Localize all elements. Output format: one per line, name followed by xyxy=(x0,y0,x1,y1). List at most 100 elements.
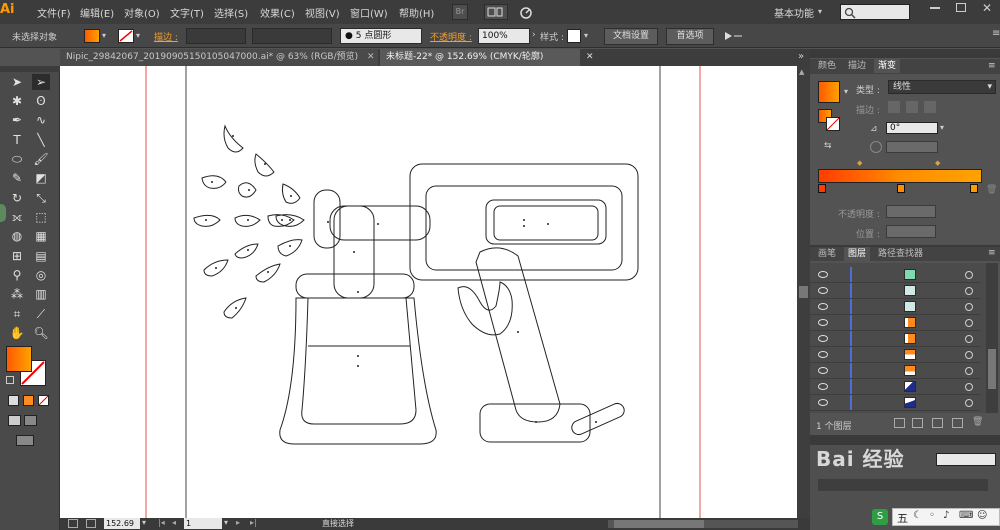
gradient-slider[interactable] xyxy=(818,169,982,183)
shape-builder-tool-icon[interactable]: ◍ xyxy=(8,228,26,244)
opacity-label[interactable]: 不透明度 : xyxy=(430,30,472,43)
target-icon[interactable] xyxy=(965,367,973,375)
eye-icon[interactable] xyxy=(818,399,828,406)
screen-mode-icon[interactable] xyxy=(16,435,34,446)
page-field[interactable]: 1 xyxy=(184,518,222,529)
eye-icon[interactable] xyxy=(818,287,828,294)
draw-inside-icon[interactable] xyxy=(24,415,37,426)
minimize-icon[interactable] xyxy=(930,7,940,9)
midpoint-diamond-icon[interactable]: ◆ xyxy=(935,159,940,167)
none-mode-icon[interactable] xyxy=(38,395,49,406)
arrange-icon[interactable] xyxy=(722,29,746,43)
stroke-dropdown-icon[interactable]: ▾ xyxy=(136,31,140,40)
midpoint-diamond-icon[interactable]: ◆ xyxy=(857,159,862,167)
eye-icon[interactable] xyxy=(818,367,828,374)
rotate-tool-icon[interactable]: ↻ xyxy=(8,190,26,206)
prev-artboard-icon[interactable]: ◂ xyxy=(172,518,176,527)
gradient-tool-icon[interactable]: ▤ xyxy=(32,248,50,264)
style-swatch[interactable] xyxy=(567,29,581,43)
mesh-tool-icon[interactable]: ⊞ xyxy=(8,248,26,264)
eye-icon[interactable] xyxy=(818,303,828,310)
target-icon[interactable] xyxy=(965,287,973,295)
layer-row[interactable] xyxy=(810,267,980,283)
stop-position-field[interactable] xyxy=(886,225,936,238)
eraser-tool-icon[interactable]: ◩ xyxy=(32,170,50,186)
tab-overflow-icon[interactable]: » xyxy=(798,51,804,62)
layer-row[interactable] xyxy=(810,347,980,363)
tab-brushes[interactable]: 画笔 xyxy=(814,247,840,261)
direct-selection-tool-icon[interactable]: ➢ xyxy=(32,74,50,90)
target-icon[interactable] xyxy=(965,319,973,327)
panel-menu-icon[interactable]: ≡ xyxy=(988,248,996,258)
horizontal-scrollbar[interactable] xyxy=(608,520,798,528)
layer-row[interactable] xyxy=(810,299,980,315)
doc-setup-button[interactable]: 文档设置 xyxy=(604,28,658,45)
default-colors-icon[interactable] xyxy=(6,376,14,384)
panel-menu-icon[interactable]: ≡ xyxy=(988,61,996,71)
export-icon[interactable] xyxy=(86,519,96,528)
tab-color[interactable]: 颜色 xyxy=(814,59,840,73)
eyedropper-tool-icon[interactable]: ⚲ xyxy=(8,267,26,283)
menu-type[interactable]: 文字(T) xyxy=(170,5,204,20)
layers-list[interactable] xyxy=(810,263,986,413)
moon-icon[interactable]: ☾ xyxy=(913,510,922,521)
keyboard-icon[interactable]: ⌨ xyxy=(959,510,973,521)
lasso-tool-icon[interactable]: ʘ xyxy=(32,93,50,109)
canvas-area[interactable] xyxy=(60,66,797,518)
pen-tool-icon[interactable]: ✒ xyxy=(8,112,26,128)
zoom-tool-icon[interactable]: 🔍︎ xyxy=(32,325,50,341)
eye-icon[interactable] xyxy=(818,319,828,326)
preferences-button[interactable]: 首选项 xyxy=(666,28,714,45)
layer-row[interactable] xyxy=(810,283,980,299)
draw-normal-icon[interactable] xyxy=(8,415,21,426)
type-tool-icon[interactable]: T xyxy=(8,132,26,148)
tab-close-icon[interactable]: ✕ xyxy=(586,52,594,62)
layer-row[interactable] xyxy=(810,379,980,395)
locate-object-icon[interactable] xyxy=(894,418,905,428)
dock-header[interactable] xyxy=(810,49,1000,58)
gradient-type-select[interactable]: 线性 ▾ xyxy=(888,80,996,94)
arrange-docs-icon[interactable] xyxy=(484,4,508,20)
stroke-option-icon[interactable] xyxy=(888,101,900,113)
next-artboard-icon[interactable]: ▸ xyxy=(236,518,240,527)
vertical-scrollbar[interactable]: ▲ xyxy=(797,66,810,518)
hscroll-thumb[interactable] xyxy=(614,520,704,528)
menu-effect[interactable]: 效果(C) xyxy=(260,5,295,20)
chevron-down-icon[interactable]: ▾ xyxy=(818,7,822,16)
tab-close-icon[interactable]: ✕ xyxy=(367,52,375,62)
stroke-mini-swatch[interactable] xyxy=(826,117,840,131)
magic-wand-tool-icon[interactable]: ✱ xyxy=(8,93,26,109)
stroke-weight-field[interactable] xyxy=(186,28,246,44)
hand-tool-icon[interactable]: ✋ xyxy=(8,325,26,341)
fill-color-box[interactable] xyxy=(6,346,32,372)
color-mode-icon[interactable] xyxy=(8,395,19,406)
zoom-field[interactable]: 152.69 xyxy=(104,518,140,529)
column-graph-tool-icon[interactable]: ▥ xyxy=(32,286,50,302)
opacity-field[interactable]: 100% xyxy=(478,28,530,44)
panel-menu-icon[interactable]: ≡ xyxy=(992,28,1000,39)
layer-row[interactable] xyxy=(810,363,980,379)
layer-row[interactable] xyxy=(810,315,980,331)
close-icon[interactable]: ✕ xyxy=(982,1,992,15)
perspective-grid-tool-icon[interactable]: ▦ xyxy=(32,228,50,244)
eye-icon[interactable] xyxy=(818,335,828,342)
menu-file[interactable]: 文件(F) xyxy=(37,5,71,20)
tab-pathfinder[interactable]: 路径查找器 xyxy=(874,247,927,261)
workspace-switcher[interactable]: 基本功能 xyxy=(774,5,814,20)
aspect-ratio-field[interactable] xyxy=(886,141,938,153)
gradient-stop[interactable] xyxy=(970,184,978,193)
user-icon[interactable]: ☺ xyxy=(977,510,987,521)
clipping-mask-icon[interactable] xyxy=(912,418,923,428)
menu-help[interactable]: 帮助(H) xyxy=(399,5,434,20)
delete-layer-icon[interactable]: 🗑︎ xyxy=(972,417,983,427)
curvature-tool-icon[interactable]: ∿ xyxy=(32,112,50,128)
free-transform-tool-icon[interactable]: ⬚ xyxy=(32,209,50,225)
angle-field[interactable]: 0° xyxy=(886,122,938,134)
opacity-chevron-icon[interactable]: › xyxy=(532,30,536,40)
search-input[interactable] xyxy=(840,4,910,20)
tab-stroke[interactable]: 描边 xyxy=(844,59,870,73)
menu-object[interactable]: 对象(O) xyxy=(124,5,160,20)
menu-window[interactable]: 窗口(W) xyxy=(350,5,388,20)
artboard-tool-icon[interactable]: ⌗ xyxy=(8,306,26,322)
stroke-swatch[interactable] xyxy=(118,29,134,43)
